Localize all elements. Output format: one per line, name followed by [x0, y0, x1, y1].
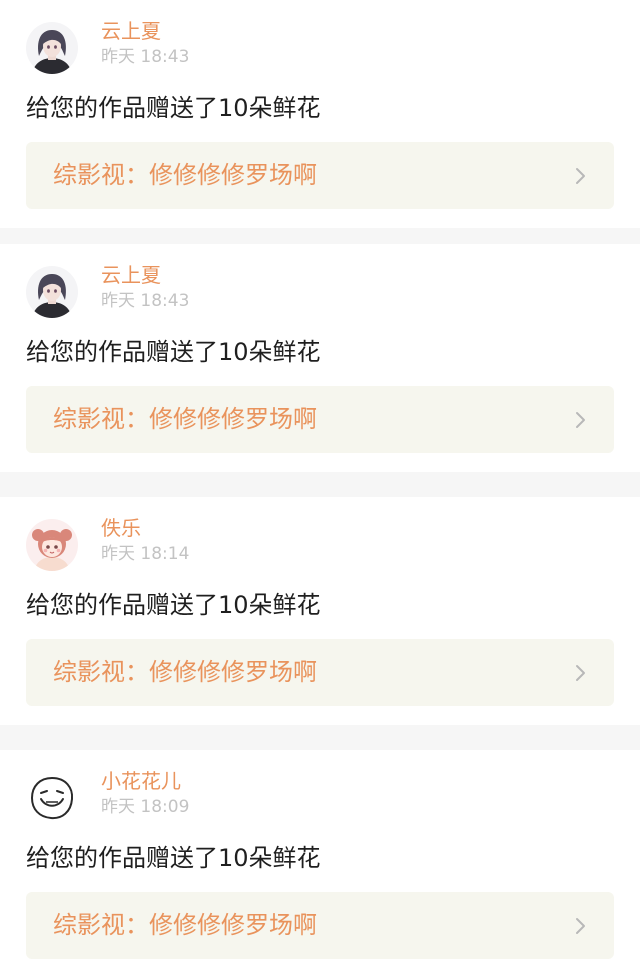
pink-anime-girl-avatar [26, 519, 78, 571]
work-link[interactable]: 综影视：修修修修罗场啊 [26, 892, 614, 959]
notification-card: 云上夏 昨天 18:43 给您的作品赠送了10朵鲜花 综影视：修修修修罗场啊 [0, 0, 640, 228]
avatar[interactable] [26, 22, 78, 74]
work-title: 综影视：修修修修罗场啊 [53, 658, 317, 686]
work-link[interactable]: 综影视：修修修修罗场啊 [26, 639, 614, 706]
notification-message: 给您的作品赠送了10朵鲜花 [26, 591, 321, 619]
work-title: 综影视：修修修修罗场啊 [53, 911, 317, 939]
chevron-right-icon [574, 410, 588, 430]
chevron-right-icon [574, 663, 588, 683]
user-name[interactable]: 佚乐 [101, 515, 141, 541]
avatar[interactable] [26, 266, 78, 318]
user-name[interactable]: 云上夏 [101, 18, 161, 44]
timestamp: 昨天 18:43 [101, 47, 190, 67]
dark-haired-girl-avatar [26, 266, 78, 318]
notification-card: 小花花儿 昨天 18:09 给您的作品赠送了10朵鲜花 综影视：修修修修罗场啊 [0, 750, 640, 978]
avatar[interactable] [26, 772, 78, 824]
work-link[interactable]: 综影视：修修修修罗场啊 [26, 386, 614, 453]
timestamp: 昨天 18:43 [101, 291, 190, 311]
user-name[interactable]: 小花花儿 [101, 768, 181, 794]
dark-haired-girl-avatar [26, 22, 78, 74]
avatar[interactable] [26, 519, 78, 571]
notification-card: 佚乐 昨天 18:14 给您的作品赠送了10朵鲜花 综影视：修修修修罗场啊 [0, 497, 640, 725]
work-title: 综影视：修修修修罗场啊 [53, 161, 317, 189]
user-name[interactable]: 云上夏 [101, 262, 161, 288]
notification-card: 云上夏 昨天 18:43 给您的作品赠送了10朵鲜花 综影视：修修修修罗场啊 [0, 244, 640, 472]
notification-message: 给您的作品赠送了10朵鲜花 [26, 844, 321, 872]
work-link[interactable]: 综影视：修修修修罗场啊 [26, 142, 614, 209]
chevron-right-icon [574, 916, 588, 936]
doodle-face-avatar [26, 772, 78, 824]
timestamp: 昨天 18:09 [101, 797, 190, 817]
notification-message: 给您的作品赠送了10朵鲜花 [26, 94, 321, 122]
timestamp: 昨天 18:14 [101, 544, 190, 564]
notification-message: 给您的作品赠送了10朵鲜花 [26, 338, 321, 366]
chevron-right-icon [574, 166, 588, 186]
work-title: 综影视：修修修修罗场啊 [53, 405, 317, 433]
